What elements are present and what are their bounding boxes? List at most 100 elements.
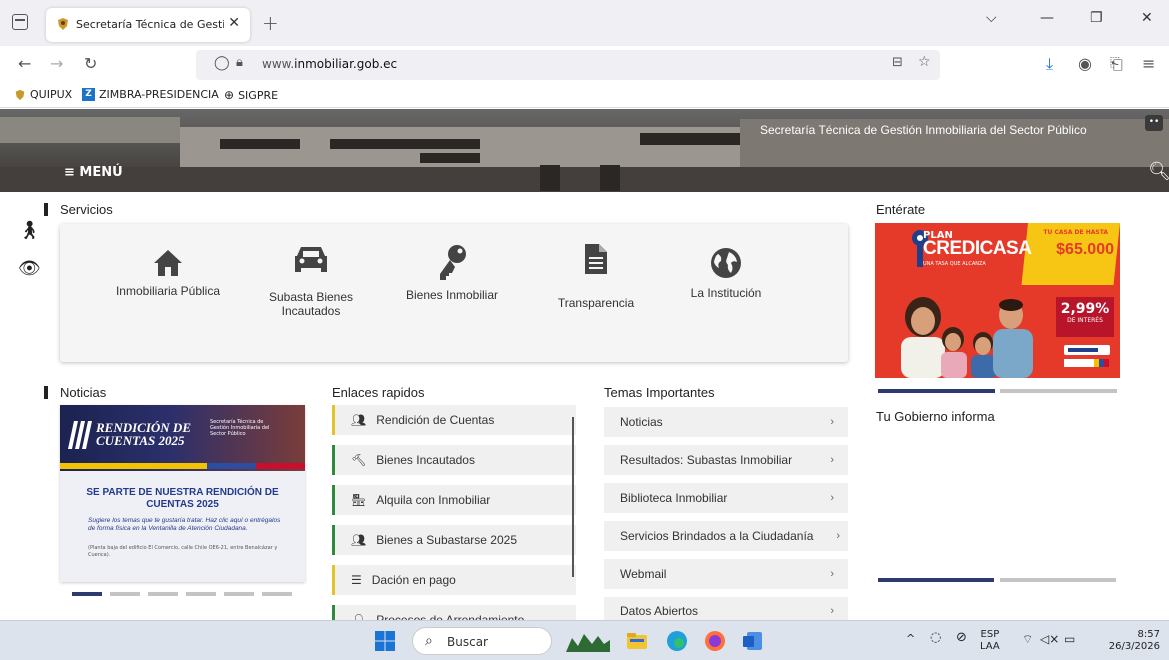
hero-header: Secretaría Técnica de Gestión Inmobiliar… xyxy=(0,109,1169,192)
tray-expand-icon[interactable]: ^ xyxy=(906,633,915,645)
store-icon: 🏪︎ xyxy=(351,493,367,507)
group-icon: 👥︎ xyxy=(351,533,367,547)
bookmark-quipux[interactable]: QUIPUX xyxy=(14,88,72,101)
forward-icon[interactable]: → xyxy=(50,54,63,73)
taskbar: ⌕ Buscar ^ ◌ ⊘ ESP LAA ⌔ ◁× ▭ 8:57 26/3/20… xyxy=(0,620,1169,660)
banner-rate-badge: 2,99% DE INTERÉS xyxy=(1056,297,1114,337)
file-explorer-icon[interactable] xyxy=(626,630,648,652)
browser-nav-bar: ← → ↻ ◯ 🔒︎ www.inmobiliar.gob.ec ⊟ ☆ ⤓ ◉… xyxy=(0,46,1169,84)
tab-dropdown-icon[interactable]: ⌵ xyxy=(986,10,997,26)
carousel-dot[interactable] xyxy=(148,592,178,596)
lock-icon[interactable]: 🔒︎ xyxy=(236,55,243,70)
search-icon: ⌕ xyxy=(425,633,433,649)
edge-icon[interactable] xyxy=(666,630,688,652)
link-dacion-pago[interactable]: ☰ Dación en pago xyxy=(332,565,576,595)
bookmark-zimbra[interactable]: Z ZIMBRA-PRESIDENCIA xyxy=(82,88,219,101)
minimize-icon[interactable]: — xyxy=(1040,10,1054,26)
family-photo xyxy=(901,297,1033,378)
shield-favicon-icon xyxy=(15,89,25,100)
news-text: Sugiere los temas que te gustaría tratar… xyxy=(88,517,281,532)
link-subastarse[interactable]: 👥︎ Bienes a Subastarse 2025 xyxy=(332,525,576,555)
stripes-logo-icon xyxy=(68,421,92,449)
site-title: Secretaría Técnica de Gestión Inmobiliar… xyxy=(760,123,1087,137)
reader-view-icon[interactable]: ⊟ xyxy=(892,55,903,70)
news-banner: RENDICIÓN DE CUENTAS 2025 Secretaría Téc… xyxy=(60,405,305,471)
link-rendicion-cuentas[interactable]: 👥︎ Rendición de Cuentas xyxy=(332,405,576,435)
topic-item[interactable]: Webmail › xyxy=(604,559,848,589)
key-icon xyxy=(440,245,466,280)
bookmark-star-icon[interactable]: ☆ xyxy=(918,54,931,70)
url-text: www.inmobiliar.gob.ec xyxy=(262,57,398,71)
link-arrendamiento[interactable]: 👤︎ Procesos de Arrendamiento xyxy=(332,605,576,621)
close-window-icon[interactable]: ✕ xyxy=(1141,10,1153,26)
carousel-dot[interactable] xyxy=(262,592,292,596)
people-icon: 👥︎ xyxy=(351,413,367,427)
topic-item[interactable]: Servicios Brindados a la Ciudadanía › xyxy=(604,521,848,551)
tab-list-icon[interactable] xyxy=(12,14,28,30)
url-bar[interactable]: ◯ 🔒︎ www.inmobiliar.gob.ec ⊟ ☆ xyxy=(196,50,940,80)
topic-item[interactable]: Noticias › xyxy=(604,407,848,437)
bookmarks-bar: QUIPUX Z ZIMBRA-PRESIDENCIA ⊕ SIGPRE xyxy=(0,84,1169,108)
service-subasta-bienes[interactable]: Subasta Bienes Incautados xyxy=(256,244,366,318)
topic-item[interactable]: Datos Abiertos › xyxy=(604,597,848,620)
carousel-dot[interactable] xyxy=(186,592,216,596)
copilot-icon[interactable]: ◌ xyxy=(930,631,941,644)
menu-button[interactable]: ≡ MENÚ xyxy=(64,165,123,180)
back-icon[interactable]: ← xyxy=(18,54,31,73)
battery-icon[interactable]: ▭ xyxy=(1064,633,1075,645)
service-la-institucion[interactable]: La Institución xyxy=(676,246,776,300)
service-transparencia[interactable]: Transparencia xyxy=(546,242,646,310)
volume-icon[interactable]: ◁× xyxy=(1040,633,1059,645)
carousel-dot-active[interactable] xyxy=(878,578,994,582)
search-icon[interactable]: 🔍︎ xyxy=(1148,161,1169,182)
tab-close-icon[interactable]: ✕ xyxy=(228,15,240,31)
home-icon xyxy=(154,250,182,276)
news-headline: SE PARTE DE NUESTRA RENDICIÓN DE CUENTAS… xyxy=(86,487,279,510)
restore-icon[interactable]: ❐ xyxy=(1090,10,1103,26)
globe-icon xyxy=(711,248,741,278)
shield-icon[interactable]: ◯ xyxy=(214,55,230,71)
windows-start-icon[interactable] xyxy=(374,630,396,652)
wifi-icon[interactable]: ⌔ xyxy=(1022,633,1033,645)
carousel-dot-active[interactable] xyxy=(878,389,995,393)
shield-favicon-icon xyxy=(58,18,68,30)
carousel-dot-active[interactable] xyxy=(72,592,102,596)
carousel-dot[interactable] xyxy=(224,592,254,596)
carousel-dot[interactable] xyxy=(1000,578,1116,582)
biess-ecuador-logo xyxy=(1064,345,1110,367)
bookmark-sigpre[interactable]: ⊕ SIGPRE xyxy=(224,88,278,102)
credicasa-banner[interactable]: PLAN CREDICASA UNA TASA QUE ALCANZA TU C… xyxy=(875,223,1120,378)
section-heading-links: Enlaces rapidos xyxy=(332,385,425,400)
widgets-icon[interactable] xyxy=(566,630,610,652)
browser-tab[interactable]: Secretaría Técnica de Gestión In ✕ xyxy=(46,8,250,42)
eye-icon[interactable]: 👁︎ xyxy=(18,258,41,279)
clock[interactable]: 8:57 26/3/2026 xyxy=(1104,629,1160,653)
new-tab-button[interactable]: + xyxy=(262,11,279,35)
service-inmobiliaria-publica[interactable]: Inmobiliaria Pública xyxy=(108,248,228,298)
extensions-icon[interactable]: ⎗ xyxy=(1110,54,1123,74)
news-card[interactable]: RENDICIÓN DE CUENTAS 2025 Secretaría Téc… xyxy=(60,405,305,582)
download-icon[interactable]: ⤓ xyxy=(1046,54,1053,74)
taskbar-search[interactable]: ⌕ Buscar xyxy=(412,627,552,655)
chat-icon[interactable]: •• xyxy=(1145,115,1163,131)
section-heading-topics: Temas Importantes xyxy=(604,385,715,400)
accessibility-icon[interactable]: 🚶︎ xyxy=(18,220,41,241)
scrollbar[interactable] xyxy=(572,417,574,577)
topic-item[interactable]: Biblioteca Inmobiliar › xyxy=(604,483,848,513)
section-heading-enterate: Entérate xyxy=(876,202,926,217)
firefox-icon[interactable] xyxy=(704,630,726,652)
chevron-right-icon: › xyxy=(836,530,840,542)
link-bienes-incautados[interactable]: 🔨︎ Bienes Incautados xyxy=(332,445,576,475)
section-heading-gobierno: Tu Gobierno informa xyxy=(876,409,995,424)
service-bienes-inmobiliar[interactable]: Bienes Inmobiliar xyxy=(396,244,508,302)
do-not-disturb-icon[interactable]: ⊘ xyxy=(956,631,967,644)
topic-item[interactable]: Resultados: Subastas Inmobiliar › xyxy=(604,445,848,475)
account-icon[interactable]: ◉ xyxy=(1078,54,1092,73)
language-indicator[interactable]: ESP LAA xyxy=(980,629,1000,653)
link-alquila[interactable]: 🏪︎ Alquila con Inmobiliar xyxy=(332,485,576,515)
app-menu-icon[interactable]: ≡ xyxy=(1142,54,1155,73)
word-icon[interactable] xyxy=(742,630,764,652)
carousel-dot[interactable] xyxy=(1000,389,1117,393)
reload-icon[interactable]: ↻ xyxy=(84,54,97,73)
carousel-dot[interactable] xyxy=(110,592,140,596)
